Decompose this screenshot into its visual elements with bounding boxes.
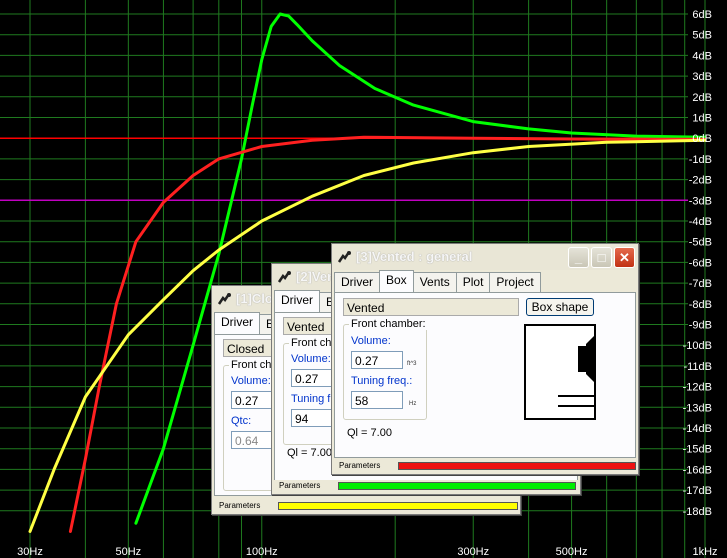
vented3-tab-driver[interactable]: Driver: [334, 272, 380, 292]
y-tick-label: -14dB: [683, 423, 712, 435]
y-tick-label: -6dB: [689, 257, 712, 269]
closed-status-bar: Parameters: [214, 500, 518, 512]
y-tick-label: -15dB: [683, 444, 712, 456]
vented2-ql-text: Ql = 7.00: [287, 447, 332, 459]
closed-curve-color-bar[interactable]: [278, 502, 518, 510]
close-icon: ✕: [619, 250, 630, 265]
minimize-icon: _: [574, 250, 583, 265]
y-tick-label: -13dB: [683, 402, 712, 414]
vented2-status-bar: Parameters: [274, 480, 578, 492]
vented3-volume-label: Volume:: [351, 335, 391, 347]
y-tick-label: -11dB: [683, 361, 712, 373]
minimize-button[interactable]: _: [568, 247, 589, 268]
maximize-button[interactable]: □: [591, 247, 612, 268]
vented2-tab-driver[interactable]: Driver: [274, 290, 320, 312]
y-tick-label: 4dB: [692, 50, 712, 62]
vented2-curve-color-bar[interactable]: [338, 482, 576, 490]
x-tick-label: 30Hz: [17, 546, 43, 558]
y-tick-label: -9dB: [689, 320, 712, 332]
x-tick-label: 1kHz: [692, 546, 717, 558]
close-button[interactable]: ✕: [614, 247, 635, 268]
vented3-window-panel: Vented Box shape Front chamber: Volume: …: [334, 292, 636, 458]
vented3-tab-project[interactable]: Project: [489, 272, 541, 292]
speaker-app-icon: [337, 251, 351, 263]
vented3-volume-input[interactable]: 0.27: [351, 351, 403, 369]
y-tick-label: -1dB: [689, 154, 712, 166]
y-tick-label: -8dB: [689, 299, 712, 311]
vented2-status-label: Parameters: [279, 481, 321, 490]
y-tick-label: 0dB: [692, 133, 712, 145]
vented3-volume-unit: ft^3: [407, 361, 417, 367]
x-tick-label: 500Hz: [556, 546, 588, 558]
y-tick-label: -10dB: [683, 340, 712, 352]
vented3-tuning-unit: Hz: [409, 401, 417, 407]
closed-tab-driver[interactable]: Driver: [214, 312, 260, 334]
y-tick-label: -5dB: [689, 237, 712, 249]
box-shape-preview: [524, 324, 596, 420]
vented3-tuning-label: Tuning freq.:: [351, 375, 413, 387]
vented3-box-window[interactable]: [3]Vented : general _ □ ✕ Driver Box Vents…: [331, 243, 639, 475]
vented3-window-title: [3]Vented : general: [356, 249, 473, 264]
vented3-status-label: Parameters: [339, 461, 381, 470]
y-tick-label: -18dB: [683, 506, 712, 518]
vented3-status-bar: Parameters: [334, 460, 636, 472]
y-tick-label: -16dB: [683, 464, 712, 476]
y-tick-label: -7dB: [689, 278, 712, 290]
vented3-ql-text: Ql = 7.00: [347, 427, 392, 439]
vented3-tab-vents[interactable]: Vents: [412, 272, 457, 292]
y-tick-label: -12dB: [683, 382, 712, 394]
y-tick-label: -3dB: [689, 195, 712, 207]
vented3-curve-color-bar[interactable]: [398, 462, 636, 470]
y-tick-label: 2dB: [692, 92, 712, 104]
speaker-app-icon: [217, 293, 231, 305]
x-tick-label: 50Hz: [115, 546, 141, 558]
vented3-tab-plot[interactable]: Plot: [455, 272, 491, 292]
vented3-window-titlebar[interactable]: [3]Vented : general _ □ ✕: [332, 244, 638, 270]
box-shape-button[interactable]: Box shape: [526, 298, 594, 316]
maximize-icon: □: [597, 250, 606, 265]
closed-status-label: Parameters: [219, 501, 261, 510]
vented3-front-chamber-label: Front chamber:: [349, 318, 428, 330]
vented2-volume-label: Volume:: [291, 353, 331, 365]
y-tick-label: 6dB: [692, 9, 712, 21]
x-tick-label: 100Hz: [246, 546, 278, 558]
vented3-box-type-field: Vented: [343, 298, 519, 316]
y-tick-label: -17dB: [683, 485, 712, 497]
vented3-tab-box[interactable]: Box: [379, 270, 414, 292]
y-tick-label: 5dB: [692, 30, 712, 42]
y-tick-label: -4dB: [689, 216, 712, 228]
y-tick-label: 1dB: [692, 113, 712, 125]
x-tick-label: 300Hz: [457, 546, 489, 558]
closed-volume-label: Volume:: [231, 375, 271, 387]
y-tick-label: -2dB: [689, 175, 712, 187]
y-tick-label: 3dB: [692, 71, 712, 83]
vented3-tuning-input[interactable]: 58: [351, 391, 403, 409]
vented3-window-tabs: Driver Box Vents Plot Project: [334, 270, 541, 292]
closed-qtc-label: Qtc:: [231, 415, 252, 427]
speaker-app-icon: [277, 271, 291, 283]
